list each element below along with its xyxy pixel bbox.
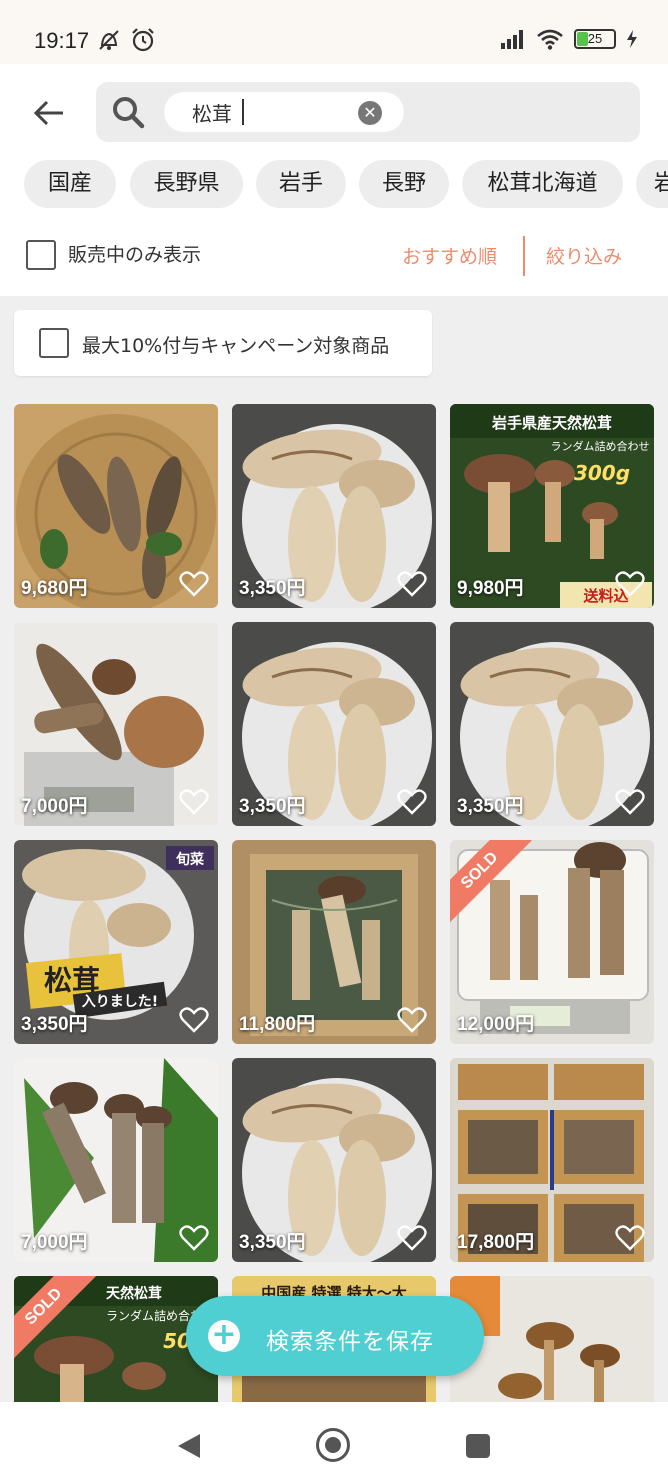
tag-chip[interactable]: 長野県 xyxy=(130,160,243,208)
product-card[interactable]: 3,350円 xyxy=(232,622,436,826)
heart-icon[interactable] xyxy=(615,788,645,816)
arrow-left-icon xyxy=(33,100,63,126)
plus-icon: + xyxy=(208,1320,240,1352)
product-price: 7,000円 xyxy=(21,796,88,817)
tag-chip[interactable]: 松茸北海道 xyxy=(462,160,623,208)
product-price: 11,800円 xyxy=(239,1014,316,1035)
close-icon[interactable]: ✕ xyxy=(358,101,382,125)
alarm-icon xyxy=(132,28,154,52)
nav-home-icon[interactable] xyxy=(316,1428,350,1462)
refine-button[interactable]: 絞り込み xyxy=(546,242,622,269)
status-time: 19:17 xyxy=(34,28,90,53)
wifi-icon xyxy=(537,29,563,50)
svg-text:300g: 300g xyxy=(574,461,630,485)
svg-text:旬菜: 旬菜 xyxy=(175,851,205,868)
tag-chip[interactable]: 岩 xyxy=(636,160,668,208)
product-price: 17,800円 xyxy=(457,1232,535,1253)
save-search-button[interactable]: + 検索条件を保存 xyxy=(186,1296,484,1376)
filter-row: 販売中のみ表示 おすすめ順 絞り込み xyxy=(0,236,668,276)
svg-text:ランダム詰め合わ: ランダム詰め合わ xyxy=(106,1308,202,1323)
product-card[interactable]: 旬菜 松茸 入りました! 3,350円 xyxy=(14,840,218,1044)
on-sale-only-label[interactable]: 販売中のみ表示 xyxy=(68,240,201,267)
product-card[interactable]: 岩手県産天然松茸 ランダム詰め合わせ 300g 送料込 9,980円 xyxy=(450,404,654,608)
product-price: 3,350円 xyxy=(457,796,524,817)
sort-button[interactable]: おすすめ順 xyxy=(402,242,497,269)
heart-icon[interactable] xyxy=(179,788,209,816)
system-nav-bar xyxy=(0,1402,668,1484)
mute-bell-icon xyxy=(99,30,119,50)
search-query-text: 松茸 xyxy=(192,101,232,126)
svg-text:岩手県産天然松茸: 岩手県産天然松茸 xyxy=(491,414,612,432)
product-card[interactable]: 3,350円 xyxy=(232,1058,436,1262)
tag-chip[interactable]: 岩手 xyxy=(256,160,346,208)
text-cursor xyxy=(242,99,244,125)
suggested-tags: 国産 長野県 岩手 長野 松茸北海道 岩 xyxy=(0,160,668,210)
product-card[interactable]: 3,350円 xyxy=(232,404,436,608)
back-button[interactable] xyxy=(28,92,70,134)
battery-indicator: 25 xyxy=(574,29,616,49)
product-price: 9,980円 xyxy=(457,578,524,599)
search-icon xyxy=(113,97,145,129)
product-price: 3,350円 xyxy=(21,1014,88,1035)
product-card[interactable]: 11,800円 xyxy=(232,840,436,1044)
heart-icon[interactable] xyxy=(179,570,209,598)
nav-recent-apps-icon[interactable] xyxy=(466,1434,490,1458)
product-price: 12,000円 xyxy=(457,1014,535,1035)
search-input[interactable]: 松茸 ✕ xyxy=(96,82,640,142)
tag-chip[interactable]: 長野 xyxy=(359,160,449,208)
search-header: 松茸 ✕ 国産 長野県 岩手 長野 松茸北海道 岩 販売中のみ表示 おすすめ順 … xyxy=(0,64,668,296)
heart-icon[interactable] xyxy=(397,788,427,816)
product-card[interactable]: 9,680円 xyxy=(14,404,218,608)
heart-icon[interactable] xyxy=(179,1006,209,1034)
nav-back-icon[interactable] xyxy=(176,1432,202,1460)
divider xyxy=(523,236,525,276)
heart-icon[interactable] xyxy=(179,1224,209,1252)
tag-chip[interactable]: 国産 xyxy=(24,160,116,208)
charging-icon xyxy=(627,30,637,48)
battery-level: 25 xyxy=(587,31,603,46)
product-price: 9,680円 xyxy=(21,578,88,599)
product-price: 7,000円 xyxy=(21,1232,88,1253)
product-card[interactable]: 7,000円 xyxy=(14,622,218,826)
save-search-label: 検索条件を保存 xyxy=(266,1329,434,1355)
status-bar: 19:17 25 xyxy=(0,0,668,64)
svg-text:ランダム詰め合わせ: ランダム詰め合わせ xyxy=(551,439,650,453)
product-price: 3,350円 xyxy=(239,578,306,599)
signal-icon xyxy=(501,30,523,49)
campaign-checkbox[interactable] xyxy=(39,328,69,358)
product-price: 3,350円 xyxy=(239,1232,306,1253)
campaign-label: 最大10%付与キャンペーン対象商品 xyxy=(82,335,390,357)
product-card[interactable]: SOLD 12,000円 xyxy=(450,840,654,1044)
on-sale-only-checkbox[interactable] xyxy=(26,240,56,270)
product-card[interactable]: 3,350円 xyxy=(450,622,654,826)
product-grid: 9,680円 3,350円 岩手県産天然松茸 ランダム詰め合わせ 300g 送料込 9… xyxy=(0,404,668,1404)
svg-text:天然松茸: 天然松茸 xyxy=(106,1285,162,1302)
heart-icon[interactable] xyxy=(615,570,645,598)
product-card[interactable]: 17,800円 xyxy=(450,1058,654,1262)
product-price: 3,350円 xyxy=(239,796,306,817)
heart-icon[interactable] xyxy=(615,1224,645,1252)
heart-icon[interactable] xyxy=(397,1224,427,1252)
search-query-chip[interactable]: 松茸 ✕ xyxy=(164,92,404,132)
heart-icon[interactable] xyxy=(397,1006,427,1034)
svg-text:入りました!: 入りました! xyxy=(82,994,158,1010)
product-card[interactable]: 7,000円 xyxy=(14,1058,218,1262)
campaign-filter[interactable]: 最大10%付与キャンペーン対象商品 xyxy=(14,310,432,376)
heart-icon[interactable] xyxy=(397,570,427,598)
